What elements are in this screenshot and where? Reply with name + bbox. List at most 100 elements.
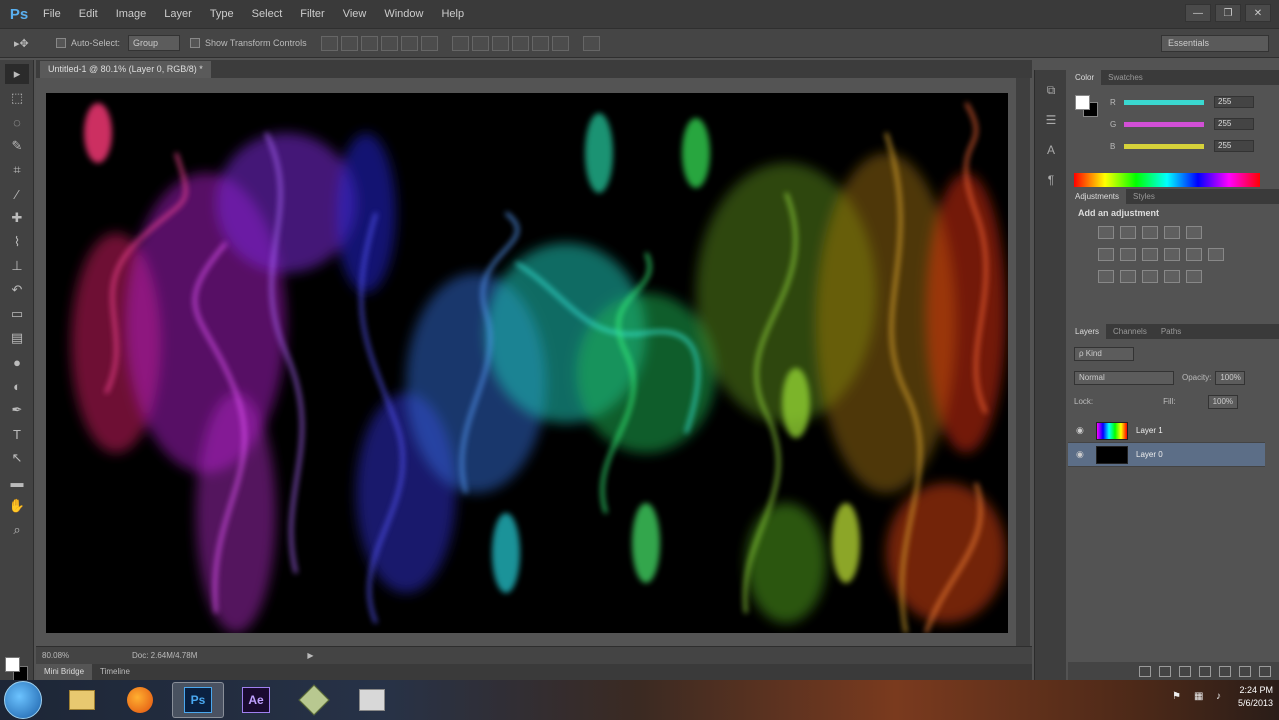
menu-select[interactable]: Select bbox=[243, 8, 292, 20]
photoshop-taskbar-icon[interactable]: Ps bbox=[172, 682, 224, 718]
align-hcenter-icon[interactable] bbox=[400, 35, 418, 51]
black-white-icon[interactable] bbox=[1164, 248, 1180, 261]
tab-adjustments[interactable]: Adjustments bbox=[1068, 189, 1127, 204]
history-panel-icon[interactable]: ⧉ bbox=[1041, 80, 1061, 100]
gradient-triangle-icon[interactable] bbox=[1186, 226, 1202, 239]
document-scrollbar[interactable] bbox=[1016, 78, 1030, 646]
menu-filter[interactable]: Filter bbox=[291, 8, 333, 20]
gradient-map-icon[interactable] bbox=[1186, 270, 1202, 283]
healing-brush-tool-icon[interactable]: ✚ bbox=[5, 208, 29, 228]
new-layer-icon[interactable] bbox=[1239, 665, 1251, 677]
new-group-icon[interactable] bbox=[1219, 665, 1231, 677]
invert-icon[interactable] bbox=[1098, 270, 1114, 283]
tab-mini-bridge[interactable]: Mini Bridge bbox=[36, 664, 93, 680]
distribute-hcenter-icon[interactable] bbox=[531, 35, 549, 51]
photo-filter-icon[interactable] bbox=[1186, 248, 1202, 261]
app6-taskbar-icon[interactable] bbox=[346, 682, 398, 718]
adjustment-layer-icon[interactable] bbox=[1199, 665, 1211, 677]
path-select-tool-icon[interactable]: ↖ bbox=[5, 448, 29, 468]
green-value-input[interactable]: 255 bbox=[1214, 118, 1254, 130]
menu-type[interactable]: Type bbox=[201, 8, 243, 20]
document-tab[interactable]: Untitled-1 @ 80.1% (Layer 0, RGB/8) * bbox=[40, 61, 211, 78]
quick-select-tool-icon[interactable]: ✎ bbox=[5, 136, 29, 156]
dodge-tool-icon[interactable]: ◐ bbox=[5, 376, 29, 396]
system-clock[interactable]: 2:24 PM 5/6/2013 bbox=[1238, 684, 1273, 710]
properties-panel-icon[interactable]: ☰ bbox=[1041, 110, 1061, 130]
menu-image[interactable]: Image bbox=[107, 8, 156, 20]
type-tool-icon[interactable]: T bbox=[5, 424, 29, 444]
auto-align-icon[interactable] bbox=[582, 35, 600, 51]
menu-help[interactable]: Help bbox=[432, 8, 473, 20]
curves-icon[interactable] bbox=[1142, 226, 1158, 239]
eyedropper-tool-icon[interactable]: ⁄ bbox=[5, 184, 29, 204]
blue-value-input[interactable]: 255 bbox=[1214, 140, 1254, 152]
flag-icon[interactable]: ⚑ bbox=[1172, 691, 1184, 703]
distribute-left-icon[interactable] bbox=[511, 35, 529, 51]
opacity-input[interactable]: 100% bbox=[1215, 370, 1246, 385]
status-menu-arrow-icon[interactable]: ▶ bbox=[307, 651, 313, 660]
align-left-icon[interactable] bbox=[380, 35, 398, 51]
fill-input[interactable]: 100% bbox=[1207, 394, 1238, 409]
shape-tool-icon[interactable]: ▬ bbox=[5, 472, 29, 492]
color-spectrum-ramp[interactable] bbox=[1074, 173, 1260, 187]
move-tool-icon[interactable]: ▸✥ bbox=[14, 32, 46, 54]
transform-controls-checkbox[interactable] bbox=[190, 38, 201, 48]
align-top-icon[interactable] bbox=[320, 35, 338, 51]
distribute-right-icon[interactable] bbox=[551, 35, 569, 51]
marquee-tool-icon[interactable]: ⬚ bbox=[5, 88, 29, 108]
pen-tool-icon[interactable]: ✒ bbox=[5, 400, 29, 420]
threshold-icon[interactable] bbox=[1142, 270, 1158, 283]
restore-button[interactable]: ❐ bbox=[1215, 4, 1241, 22]
history-brush-tool-icon[interactable]: ↶ bbox=[5, 280, 29, 300]
after-effects-taskbar-icon[interactable]: Ae bbox=[230, 682, 282, 718]
auto-select-dropdown[interactable]: Group bbox=[128, 35, 181, 51]
menu-view[interactable]: View bbox=[334, 8, 376, 20]
green-slider[interactable] bbox=[1124, 121, 1204, 127]
gradient-tool-icon[interactable]: ▤ bbox=[5, 328, 29, 348]
blend-mode-dropdown[interactable]: Normal bbox=[1074, 370, 1174, 385]
distribute-vcenter-icon[interactable] bbox=[471, 35, 489, 51]
align-right-icon[interactable] bbox=[420, 35, 438, 51]
zoom-level[interactable]: 80.08% bbox=[42, 651, 82, 660]
eye-icon[interactable]: ◉ bbox=[1076, 425, 1090, 436]
firefox-taskbar-icon[interactable] bbox=[114, 682, 166, 718]
workspace-dropdown[interactable]: Essentials bbox=[1161, 35, 1269, 52]
selective-color-icon[interactable] bbox=[1164, 270, 1180, 283]
distribute-top-icon[interactable] bbox=[451, 35, 469, 51]
blue-slider[interactable] bbox=[1124, 143, 1204, 149]
layer-mask-icon[interactable] bbox=[1179, 665, 1191, 677]
auto-select-checkbox[interactable] bbox=[56, 38, 66, 48]
menu-window[interactable]: Window bbox=[375, 8, 432, 20]
brush-tool-icon[interactable]: ⌇ bbox=[5, 232, 29, 252]
tab-styles[interactable]: Styles bbox=[1126, 189, 1162, 204]
color-balance-icon[interactable] bbox=[1142, 248, 1158, 261]
menu-file[interactable]: File bbox=[34, 8, 70, 20]
hand-tool-icon[interactable]: ✋ bbox=[5, 496, 29, 516]
volume-icon[interactable]: ♪ bbox=[1216, 691, 1228, 703]
align-bottom-icon[interactable] bbox=[360, 35, 378, 51]
brightness-contrast-icon[interactable] bbox=[1098, 226, 1114, 239]
align-vcenter-icon[interactable] bbox=[340, 35, 358, 51]
crop-tool-icon[interactable]: ⌗ bbox=[5, 160, 29, 180]
paragraph-panel-icon[interactable]: ¶ bbox=[1041, 170, 1061, 190]
layer-row[interactable]: ◉ Layer 1 bbox=[1068, 419, 1265, 443]
start-button[interactable] bbox=[4, 681, 42, 719]
vibrance-icon[interactable] bbox=[1098, 248, 1114, 261]
tab-channels[interactable]: Channels bbox=[1106, 324, 1154, 339]
levels-icon[interactable] bbox=[1120, 226, 1136, 239]
distribute-bottom-icon[interactable] bbox=[491, 35, 509, 51]
foreground-color-swatch[interactable] bbox=[5, 657, 20, 672]
tab-timeline[interactable]: Timeline bbox=[92, 664, 138, 680]
hue-saturation-icon[interactable] bbox=[1120, 248, 1136, 261]
eraser-tool-icon[interactable]: ▭ bbox=[5, 304, 29, 324]
menu-layer[interactable]: Layer bbox=[155, 8, 201, 20]
tab-layers[interactable]: Layers bbox=[1068, 324, 1107, 339]
lasso-tool-icon[interactable]: ◌ bbox=[5, 112, 29, 132]
tab-swatches[interactable]: Swatches bbox=[1101, 70, 1150, 85]
minimize-button[interactable]: — bbox=[1185, 4, 1211, 22]
explorer-taskbar-icon[interactable] bbox=[56, 682, 108, 718]
image-canvas[interactable] bbox=[46, 93, 1008, 633]
app5-taskbar-icon[interactable] bbox=[288, 682, 340, 718]
exposure-icon[interactable] bbox=[1164, 226, 1180, 239]
delete-layer-icon[interactable] bbox=[1259, 665, 1271, 677]
